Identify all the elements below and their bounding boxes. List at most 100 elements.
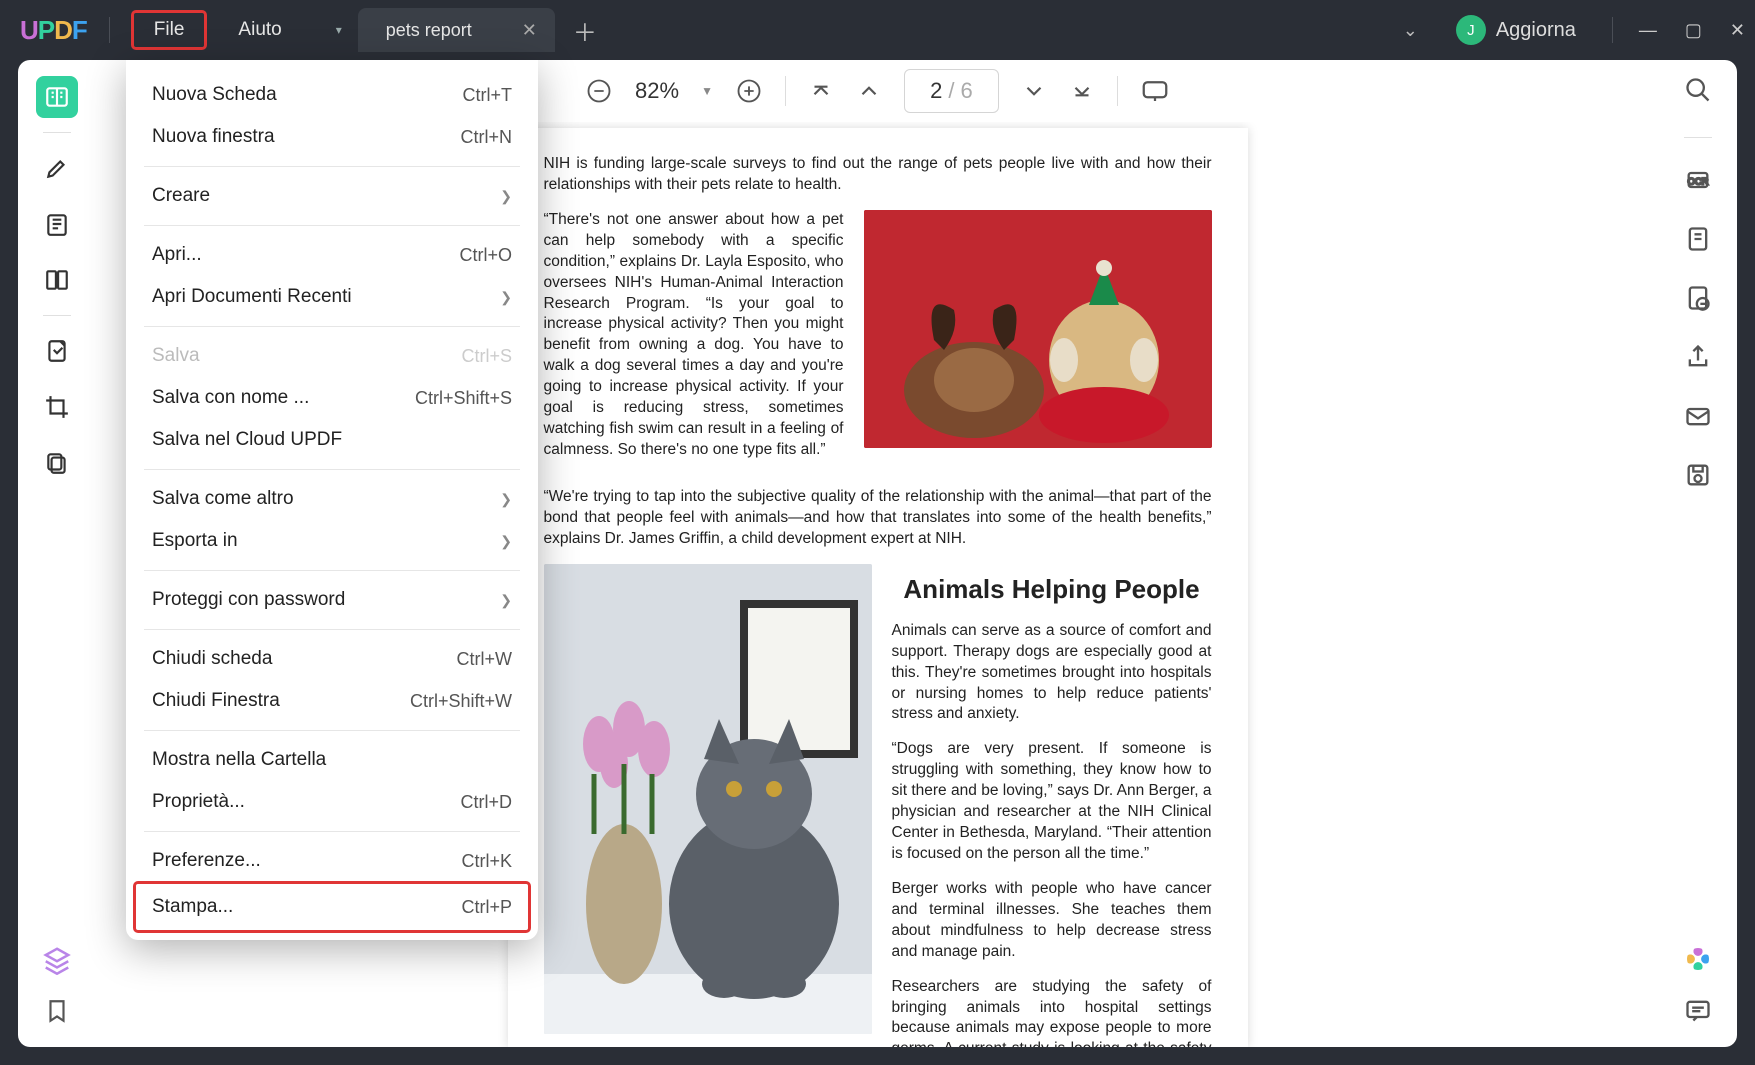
menu-item[interactable]: Salva nel Cloud UPDF (126, 419, 538, 461)
save-icon[interactable] (1684, 461, 1712, 494)
menu-item-label: Apri Documenti Recenti (152, 286, 352, 308)
menu-item[interactable]: Salva con nome ... Ctrl+Shift+S (126, 377, 538, 419)
zoom-in-icon[interactable] (735, 77, 763, 105)
menu-item-shortcut: Ctrl+D (460, 792, 512, 813)
menu-item[interactable]: Chiudi schedaCtrl+W (126, 638, 538, 680)
menu-item[interactable]: Proteggi con password ❯ (126, 579, 538, 621)
menu-item-shortcut: Ctrl+P (461, 897, 512, 918)
menu-item-shortcut: Ctrl+Shift+S (415, 388, 512, 409)
tab-bar: ▾ pets report ✕ ＋ (324, 8, 597, 52)
next-page-icon[interactable] (1021, 78, 1047, 104)
menu-separator (144, 570, 520, 571)
comment-icon[interactable] (36, 203, 78, 245)
ocr-icon[interactable]: OCR (1684, 166, 1712, 199)
paragraph: Animals can serve as a source of comfort… (892, 621, 1212, 726)
last-page-icon[interactable] (1069, 78, 1095, 104)
present-icon[interactable] (1140, 76, 1170, 106)
paragraph: “Dogs are very present. If someone is st… (892, 739, 1212, 865)
highlighter-icon[interactable] (36, 147, 78, 189)
menu-item-label: Apri... (152, 244, 202, 266)
chevron-right-icon: ❯ (500, 289, 512, 306)
search-icon[interactable] (1684, 76, 1712, 109)
paragraph: “We're trying to tap into the subjective… (544, 487, 1212, 550)
menu-item[interactable]: Apri... Ctrl+O (126, 234, 538, 276)
menu-item[interactable]: Nuova finestraCtrl+N (126, 116, 538, 158)
crop-icon[interactable] (36, 386, 78, 428)
left-rail (18, 60, 96, 1047)
upgrade-button[interactable]: Aggiorna (1496, 19, 1576, 42)
chevron-right-icon: ❯ (500, 188, 512, 205)
menu-item[interactable]: Chiudi FinestraCtrl+Shift+W (126, 680, 538, 722)
menu-item[interactable]: Apri Documenti Recenti ❯ (126, 276, 538, 318)
menu-item-label: Chiudi Finestra (152, 690, 280, 712)
close-icon[interactable]: ✕ (522, 20, 537, 41)
dogs-image (864, 210, 1212, 448)
bookmark-icon[interactable] (44, 998, 70, 1029)
menu-item-label: Nuova Scheda (152, 84, 277, 106)
menu-item-label: Salva nel Cloud UPDF (152, 429, 342, 451)
divider (1684, 137, 1712, 138)
new-tab-icon[interactable]: ＋ (573, 13, 597, 48)
app-logo: UPDF (20, 15, 87, 46)
mail-icon[interactable] (1684, 402, 1712, 435)
menu-item-label: Proteggi con password (152, 589, 345, 611)
menu-item[interactable]: Mostra nella Cartella (126, 739, 538, 781)
paragraph: “There's not one answer about how a pet … (544, 210, 844, 461)
menu-item-label: Esporta in (152, 530, 238, 552)
avatar[interactable]: J (1456, 15, 1486, 45)
cat-image (544, 564, 872, 1034)
menu-item-shortcut: Ctrl+S (461, 346, 512, 367)
right-rail: OCR (1659, 60, 1737, 1047)
menu-item: Salva Ctrl+S (126, 335, 538, 377)
chevron-right-icon: ❯ (500, 533, 512, 550)
page-number-input[interactable]: 2 / 6 (904, 69, 999, 113)
svg-text:OCR: OCR (1688, 177, 1709, 187)
menu-item[interactable]: Preferenze...Ctrl+K (126, 840, 538, 882)
tab-overflow-icon[interactable]: ⌄ (1403, 20, 1418, 41)
tab-title: pets report (386, 20, 472, 41)
menu-file[interactable]: File (132, 11, 207, 49)
compare-icon[interactable] (36, 259, 78, 301)
tab-dropdown-icon[interactable]: ▾ (324, 12, 354, 48)
maximize-icon[interactable]: ▢ (1685, 20, 1702, 41)
menu-item[interactable]: Salva come altro❯ (126, 478, 538, 520)
menu-item[interactable]: Esporta in ❯ (126, 520, 538, 562)
menu-separator (144, 326, 520, 327)
titlebar: UPDF File Aiuto ▾ pets report ✕ ＋ ⌄ J Ag… (0, 0, 1755, 60)
close-window-icon[interactable]: ✕ (1730, 20, 1745, 41)
menu-item-shortcut: Ctrl+O (459, 245, 512, 266)
divider (109, 17, 110, 43)
menu-item[interactable]: Creare❯ (126, 175, 538, 217)
menu-item-label: Stampa... (152, 896, 233, 918)
section-heading: Animals Helping People (892, 572, 1212, 607)
menu-item-label: Salva (152, 345, 200, 367)
chat-icon[interactable] (1684, 996, 1712, 1029)
divider (43, 315, 71, 316)
file-menu-dropdown: Nuova Scheda Ctrl+T Nuova finestraCtrl+N Cr… (126, 60, 538, 940)
batch-icon[interactable] (36, 442, 78, 484)
menu-item[interactable]: Nuova Scheda Ctrl+T (126, 74, 538, 116)
menu-separator (144, 629, 520, 630)
reader-mode-icon[interactable] (36, 76, 78, 118)
minimize-icon[interactable]: — (1639, 20, 1657, 41)
menu-item-shortcut: Ctrl+T (463, 85, 513, 106)
menu-item[interactable]: Stampa... Ctrl+P (134, 882, 530, 932)
zoom-out-icon[interactable] (585, 77, 613, 105)
share-icon[interactable] (1684, 343, 1712, 376)
paragraph: Researchers are studying the safety of b… (892, 977, 1212, 1047)
zoom-dropdown-icon[interactable]: ▼ (701, 84, 713, 98)
first-page-icon[interactable] (808, 78, 834, 104)
chevron-right-icon: ❯ (500, 491, 512, 508)
menu-help[interactable]: Aiuto (216, 11, 303, 49)
organize-icon[interactable] (36, 330, 78, 372)
menu-item-label: Salva con nome ... (152, 387, 309, 409)
tab-pets-report[interactable]: pets report ✕ (358, 8, 555, 52)
prev-page-icon[interactable] (856, 78, 882, 104)
edit-text-icon[interactable] (1684, 225, 1712, 258)
menu-item-shortcut: Ctrl+K (461, 851, 512, 872)
redact-icon[interactable] (1684, 284, 1712, 317)
menu-item[interactable]: Proprietà...Ctrl+D (126, 781, 538, 823)
ai-flower-icon[interactable] (1683, 944, 1713, 974)
layers-icon[interactable] (42, 945, 72, 980)
chevron-right-icon: ❯ (500, 592, 512, 609)
